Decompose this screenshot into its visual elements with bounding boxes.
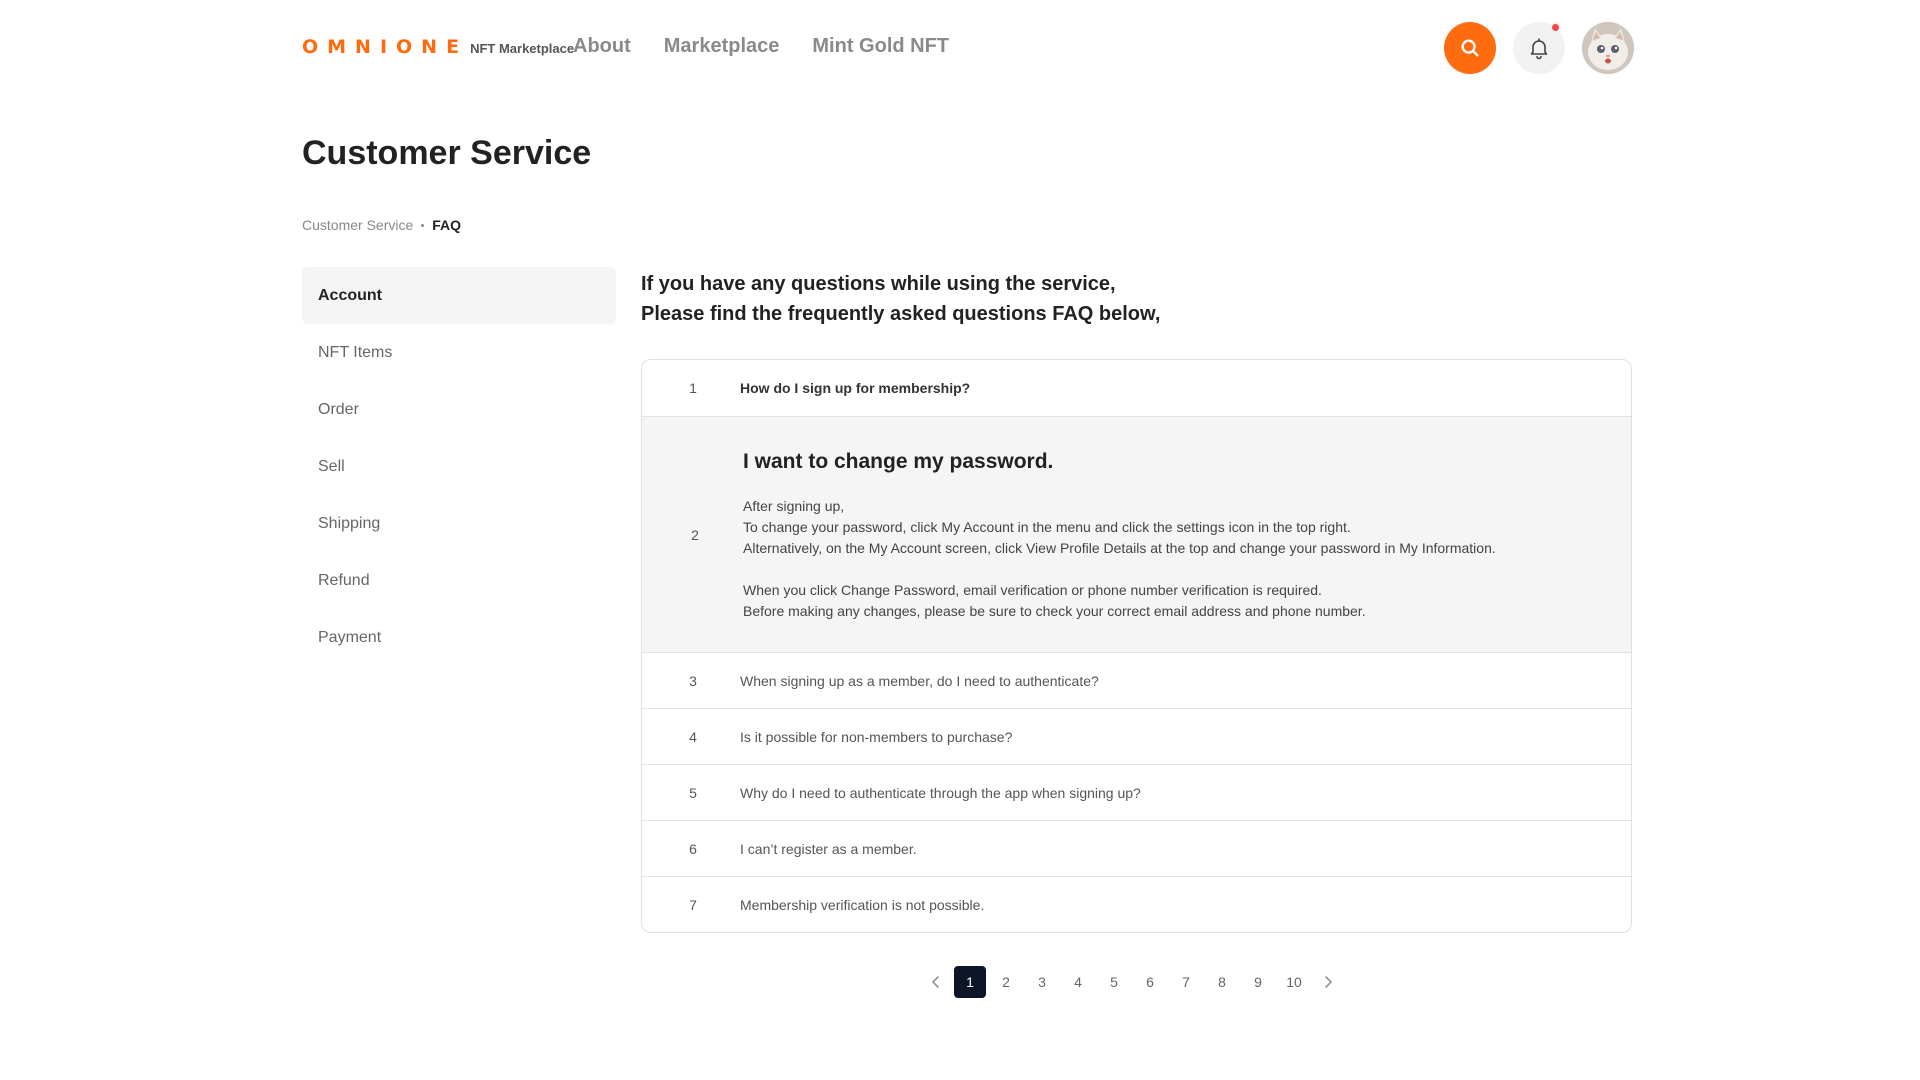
breadcrumb-faq: FAQ: [432, 217, 462, 233]
cat-avatar-icon: [1582, 22, 1634, 74]
sidebar-item-refund[interactable]: Refund: [302, 552, 616, 609]
faq-answer-line: Alternatively, on the My Account screen,…: [743, 540, 1496, 556]
logo[interactable]: OMNIONE NFT Marketplace: [302, 36, 574, 58]
faq-item[interactable]: 6 I can’t register as a member.: [642, 820, 1631, 876]
faq-number: 6: [689, 840, 697, 857]
faq-expanded-body: I want to change my password. After sign…: [740, 417, 1536, 652]
page-button-5[interactable]: 5: [1098, 966, 1130, 998]
nav-about[interactable]: About: [573, 35, 631, 58]
faq-number: 3: [689, 672, 697, 689]
faq-answer: After signing up, To change your passwor…: [743, 496, 1496, 622]
faq-category-sidebar: Account NFT Items Order Sell Shipping Re…: [302, 267, 616, 666]
faq-answer-spacer: [743, 559, 1496, 580]
page-button-8[interactable]: 8: [1206, 966, 1238, 998]
faq-answer-line: To change your password, click My Accoun…: [743, 519, 1351, 535]
page-title: Customer Service: [302, 134, 592, 172]
faq-question: How do I sign up for membership?: [740, 380, 971, 396]
search-button[interactable]: [1444, 22, 1496, 74]
page-button-1[interactable]: 1: [954, 966, 986, 998]
faq-item[interactable]: 7 Membership verification is not possibl…: [642, 876, 1631, 932]
site-header: OMNIONE NFT Marketplace About Marketplac…: [0, 0, 1920, 96]
avatar[interactable]: [1582, 22, 1634, 74]
notification-dot: [1550, 22, 1561, 33]
faq-question: When signing up as a member, do I need t…: [740, 672, 1099, 689]
faq-number: 1: [689, 380, 697, 396]
page-button-3[interactable]: 3: [1026, 966, 1058, 998]
nav-marketplace[interactable]: Marketplace: [664, 35, 780, 58]
search-icon: [1461, 39, 1479, 57]
breadcrumb-customer-service[interactable]: Customer Service: [302, 217, 413, 233]
page-button-4[interactable]: 4: [1062, 966, 1094, 998]
sidebar-item-shipping[interactable]: Shipping: [302, 495, 616, 552]
main-nav: About Marketplace Mint Gold NFT: [573, 35, 949, 58]
faq-list: 1 How do I sign up for membership? 2 I w…: [641, 359, 1632, 933]
page-button-7[interactable]: 7: [1170, 966, 1202, 998]
faq-question: Membership verification is not possible.: [740, 896, 985, 913]
next-page-button[interactable]: [1312, 966, 1344, 998]
breadcrumb-separator: [421, 223, 425, 227]
faq-answer-line: After signing up,: [743, 498, 845, 514]
nav-mint-gold-nft[interactable]: Mint Gold NFT: [812, 35, 949, 58]
faq-item[interactable]: 5 Why do I need to authenticate through …: [642, 764, 1631, 820]
pagination: 1 2 3 4 5 6 7 8 9 10: [920, 966, 1344, 998]
page-button-9[interactable]: 9: [1242, 966, 1274, 998]
faq-item[interactable]: 4 Is it possible for non-members to purc…: [642, 708, 1631, 764]
logo-wordmark: OMNIONE: [302, 36, 469, 58]
faq-answer-line: When you click Change Password, email ve…: [743, 582, 1322, 598]
faq-item-expanded[interactable]: 2 I want to change my password. After si…: [642, 416, 1631, 652]
faq-question: Why do I need to authenticate through th…: [740, 784, 1141, 801]
faq-number: 4: [689, 728, 697, 745]
sidebar-item-sell[interactable]: Sell: [302, 438, 616, 495]
faq-intro: If you have any questions while using th…: [641, 269, 1160, 329]
logo-subtitle: NFT Marketplace: [470, 41, 575, 56]
faq-number: 7: [689, 896, 697, 913]
faq-question: Is it possible for non-members to purcha…: [740, 728, 1013, 745]
faq-item[interactable]: 3 When signing up as a member, do I need…: [642, 652, 1631, 708]
page-button-10[interactable]: 10: [1278, 966, 1310, 998]
faq-number: 5: [689, 784, 697, 801]
sidebar-item-order[interactable]: Order: [302, 381, 616, 438]
chevron-left-icon: [932, 976, 939, 988]
chevron-right-icon: [1325, 976, 1332, 988]
page-button-6[interactable]: 6: [1134, 966, 1166, 998]
faq-item[interactable]: 1 How do I sign up for membership?: [642, 360, 1631, 416]
faq-number: 2: [691, 526, 699, 543]
sidebar-item-account[interactable]: Account: [302, 267, 616, 324]
notifications-button[interactable]: [1513, 22, 1565, 74]
sidebar-item-payment[interactable]: Payment: [302, 609, 616, 666]
prev-page-button[interactable]: [920, 966, 952, 998]
faq-question: I can’t register as a member.: [740, 840, 917, 857]
intro-line-1: If you have any questions while using th…: [641, 273, 1116, 295]
bell-icon: [1530, 38, 1548, 60]
intro-line-2: Please find the frequently asked questio…: [641, 303, 1161, 325]
faq-answer-line: Before making any changes, please be sur…: [743, 603, 1366, 619]
page-button-2[interactable]: 2: [990, 966, 1022, 998]
sidebar-item-nft-items[interactable]: NFT Items: [302, 324, 616, 381]
faq-question: I want to change my password.: [743, 450, 1054, 473]
breadcrumb: Customer Service FAQ: [302, 217, 461, 233]
